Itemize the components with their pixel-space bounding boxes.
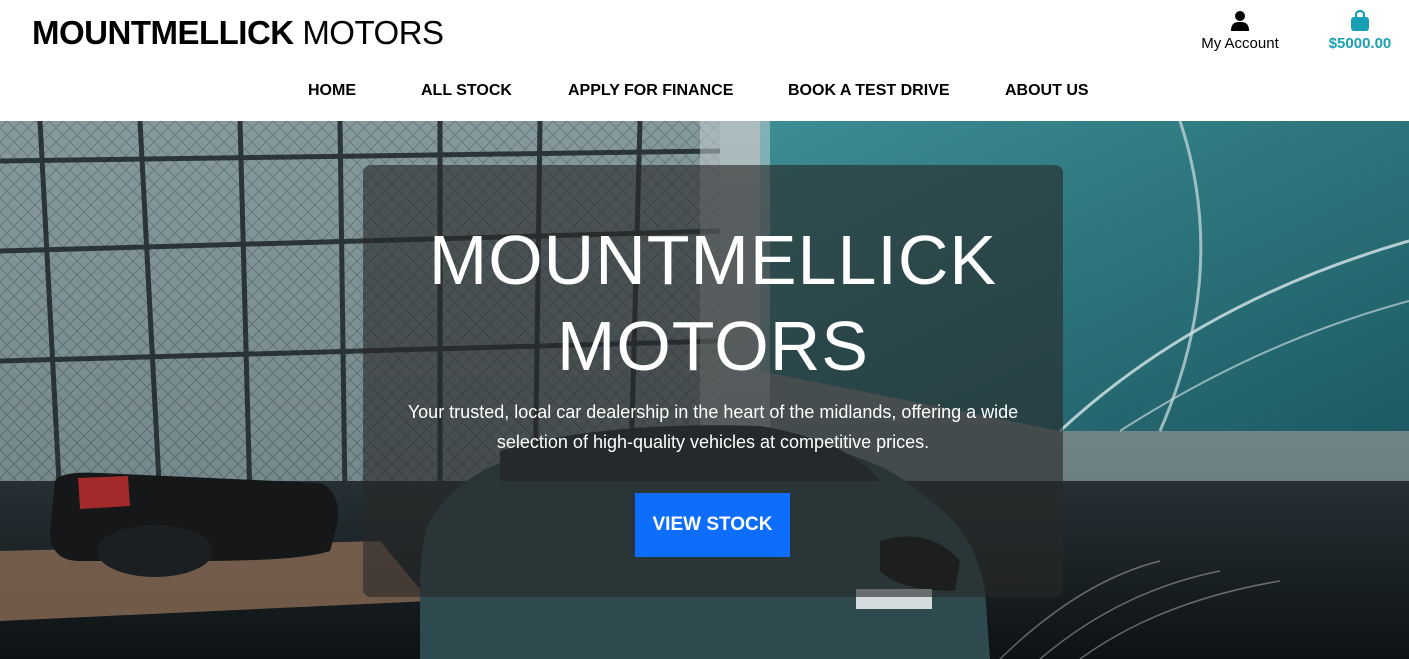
- user-icon: [1231, 11, 1249, 31]
- brand-name-bold: MOUNTMELLICK: [32, 14, 294, 51]
- nav-book-test-drive[interactable]: BOOK A TEST DRIVE: [788, 82, 950, 100]
- hero-title-line-2: MOTORS: [557, 307, 869, 385]
- site-header: MOUNTMELLICK MOTORS My Account $5000.00 …: [0, 0, 1409, 121]
- nav-all-stock[interactable]: ALL STOCK: [421, 82, 512, 100]
- brand-name-light: MOTORS: [302, 14, 444, 51]
- nav-home[interactable]: HOME: [308, 82, 356, 100]
- my-account-label: My Account: [1201, 35, 1279, 52]
- hero-section: MOUNTMELLICK MOTORS Your trusted, local …: [0, 121, 1409, 659]
- my-account-link[interactable]: My Account: [1192, 10, 1288, 52]
- shopping-bag-icon: [1351, 10, 1369, 31]
- hero-subtitle: Your trusted, local car dealership in th…: [407, 402, 1019, 452]
- hero-overlay-panel: MOUNTMELLICK MOTORS Your trusted, local …: [363, 165, 1063, 597]
- main-nav: HOME ALL STOCK APPLY FOR FINANCE BOOK A …: [0, 82, 1409, 106]
- hero-title-line-1: MOUNTMELLICK: [428, 221, 998, 299]
- view-stock-button[interactable]: VIEW STOCK: [635, 493, 790, 557]
- nav-apply-for-finance[interactable]: APPLY FOR FINANCE: [568, 82, 733, 100]
- brand-logo[interactable]: MOUNTMELLICK MOTORS: [32, 14, 444, 52]
- cart-link[interactable]: $5000.00: [1318, 10, 1402, 52]
- cart-total: $5000.00: [1328, 35, 1392, 52]
- nav-about-us[interactable]: ABOUT US: [1005, 82, 1089, 100]
- hero-title: MOUNTMELLICK MOTORS: [363, 217, 1063, 389]
